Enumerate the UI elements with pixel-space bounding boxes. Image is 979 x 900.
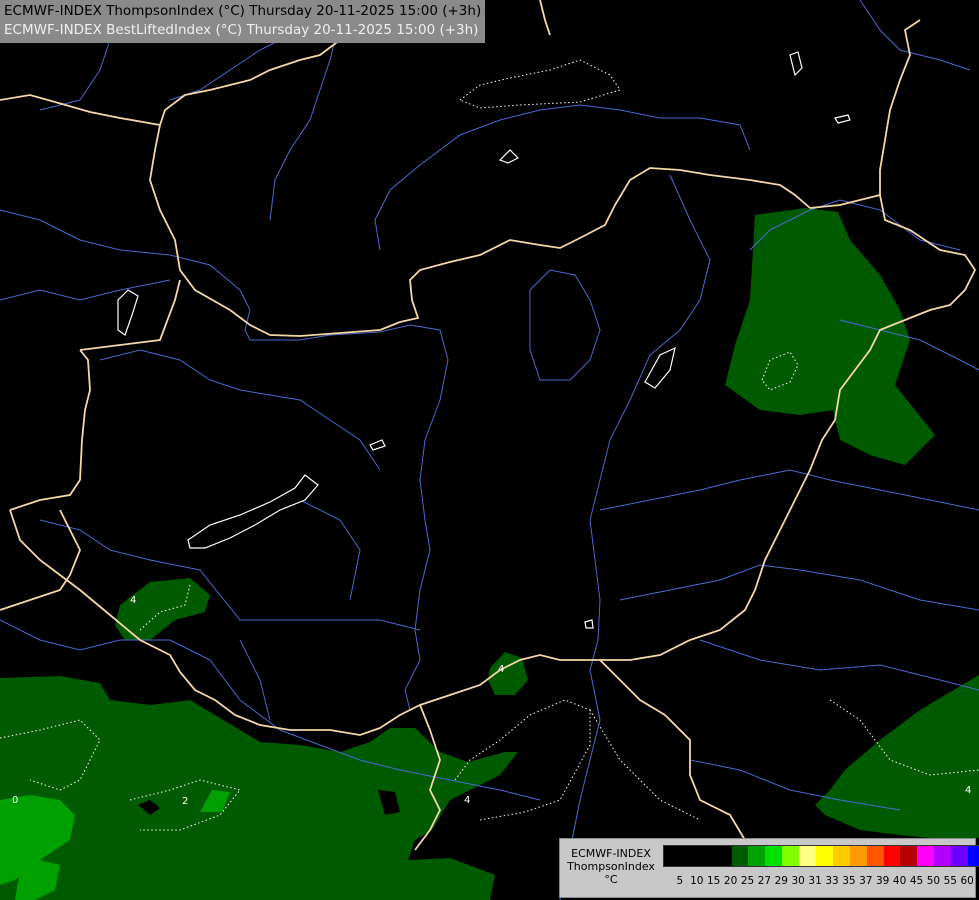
legend-tick: 60 xyxy=(960,875,974,887)
river-west-2 xyxy=(99,349,381,471)
lake-neusiedl xyxy=(117,289,139,336)
river-east-1 xyxy=(599,469,979,511)
legend-swatch xyxy=(714,846,732,866)
legend-tick: 15 xyxy=(707,875,721,887)
river-south-3 xyxy=(299,499,361,601)
legend-swatch xyxy=(934,846,952,866)
legend-swatch xyxy=(900,846,918,866)
weather-map: 4 4 2 4 4 0 ECMWF-INDEX ThompsonIndex (°… xyxy=(0,0,979,900)
lake-small-2 xyxy=(789,51,803,77)
river-danube-upper xyxy=(0,209,331,341)
legend-parameter: ThompsonIndex xyxy=(567,860,655,873)
lake-small-5 xyxy=(498,149,520,164)
contour-label: 4 xyxy=(464,795,470,806)
legend-tick: 10 xyxy=(690,875,704,887)
border-cz-sk xyxy=(149,124,811,337)
legend-swatch xyxy=(832,846,850,866)
legend-tick: 35 xyxy=(842,875,856,887)
legend-swatch xyxy=(951,846,969,866)
lake-small-3 xyxy=(834,114,851,124)
legend-swatch xyxy=(782,846,800,866)
river-northeast xyxy=(859,0,971,71)
legend-swatch xyxy=(968,846,979,866)
legend-tick: 40 xyxy=(892,875,907,887)
legend-swatch xyxy=(816,846,833,866)
legend-tick: 30 xyxy=(791,875,805,887)
legend-swatch xyxy=(765,846,783,866)
legend-swatch xyxy=(849,846,867,866)
legend-unit: °C xyxy=(604,873,618,886)
legend-swatch xyxy=(731,846,749,866)
legend-swatch xyxy=(883,846,901,866)
legend-color-bar xyxy=(663,845,979,867)
legend-tick: 25 xyxy=(740,875,755,887)
lake-small-6 xyxy=(584,619,594,629)
border-pl-ua xyxy=(809,19,921,209)
legend-swatch xyxy=(748,846,766,866)
contour-label: 0 xyxy=(12,795,18,806)
contour-line-south-2 xyxy=(589,709,701,821)
lake-small-1 xyxy=(369,439,386,451)
legend-label: ECMWF-INDEX ThompsonIndex °C xyxy=(564,847,658,886)
border-north-hook xyxy=(539,0,551,36)
legend-tick: 33 xyxy=(825,875,839,887)
fill-area-southeast xyxy=(815,675,979,838)
legend-swatch xyxy=(680,846,698,866)
legend-tick: 55 xyxy=(943,875,957,887)
contour-label: 4 xyxy=(498,664,504,675)
legend-tick: 29 xyxy=(774,875,788,887)
legend-tick: 5 xyxy=(676,875,684,887)
color-legend: ECMWF-INDEX ThompsonIndex °C 5 10 15 20 25 27… xyxy=(559,838,979,898)
river-east-2 xyxy=(619,564,979,611)
legend-tick: 45 xyxy=(909,875,924,887)
map-title-bestlifted: ECMWF-INDEX BestLiftedIndex (°C) Thursda… xyxy=(4,22,479,38)
legend-swatch xyxy=(917,846,935,866)
contour-label: 4 xyxy=(965,785,971,796)
river-south-2 xyxy=(239,639,271,721)
contour-label: 2 xyxy=(182,796,188,807)
river-danube-bend xyxy=(329,324,449,711)
legend-swatch xyxy=(799,846,817,866)
legend-tick: 31 xyxy=(808,875,822,887)
map-canvas: 4 4 2 4 4 0 xyxy=(0,0,979,900)
legend-swatch xyxy=(664,846,681,866)
river-west-1 xyxy=(0,279,171,301)
legend-source: ECMWF-INDEX xyxy=(571,847,651,860)
legend-tick: 50 xyxy=(926,875,941,887)
legend-tick: 27 xyxy=(757,875,772,887)
contour-line-north xyxy=(458,59,621,109)
legend-swatch xyxy=(697,846,715,866)
map-title-thompson: ECMWF-INDEX ThompsonIndex (°C) Thursday … xyxy=(4,3,482,19)
river-center xyxy=(529,269,601,381)
legend-tick-labels: 5 10 15 20 25 27 29 30 31 33 35 37 39 40 45 50 55 60 xyxy=(663,875,974,889)
border-ro xyxy=(599,659,746,841)
contour-label: 4 xyxy=(130,595,136,606)
river-tisza xyxy=(589,174,711,671)
legend-tick: 37 xyxy=(859,875,873,887)
map-title-box: ECMWF-INDEX ThompsonIndex (°C) Thursday … xyxy=(0,0,486,43)
legend-tick: 20 xyxy=(723,875,738,887)
contour-line-south xyxy=(454,699,591,821)
river-east-3 xyxy=(699,639,979,691)
lake-small-4 xyxy=(644,346,676,389)
border-at-hu xyxy=(9,279,181,511)
river-north-1 xyxy=(269,19,341,221)
lake-balaton xyxy=(187,474,319,549)
legend-swatch xyxy=(866,846,884,866)
legend-tick: 39 xyxy=(876,875,890,887)
fill-area-southwest xyxy=(0,676,518,900)
